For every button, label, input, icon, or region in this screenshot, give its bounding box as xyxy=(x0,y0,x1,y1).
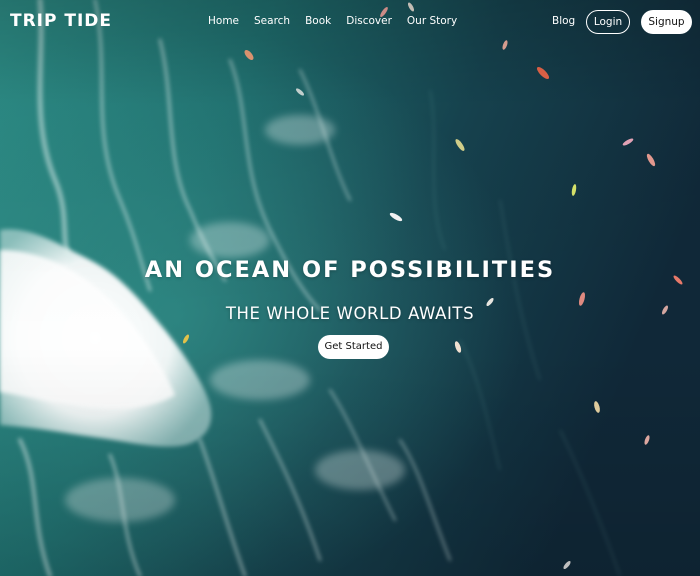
nav-link-search[interactable]: Search xyxy=(254,15,290,27)
login-button[interactable]: Login xyxy=(586,10,630,34)
main-nav-links: Home Search Book Discover Our Story xyxy=(208,15,457,27)
hero-headline: AN OCEAN OF POSSIBILITIES xyxy=(144,257,556,283)
nav-link-home[interactable]: Home xyxy=(208,15,239,27)
top-navbar: TRIP TIDE Home Search Book Discover Our … xyxy=(0,0,700,44)
nav-link-blog[interactable]: Blog xyxy=(552,15,575,27)
brand-logo[interactable]: TRIP TIDE xyxy=(10,11,112,31)
image-overlay xyxy=(0,0,700,576)
hero-section: TRIP TIDE Home Search Book Discover Our … xyxy=(0,0,700,576)
nav-link-discover[interactable]: Discover xyxy=(346,15,392,27)
nav-link-our-story[interactable]: Our Story xyxy=(407,15,457,27)
get-started-button[interactable]: Get Started xyxy=(318,335,389,359)
nav-link-book[interactable]: Book xyxy=(305,15,331,27)
signup-button[interactable]: Signup xyxy=(641,10,692,34)
hero-subheadline: THE WHOLE WORLD AWAITS xyxy=(225,304,475,323)
